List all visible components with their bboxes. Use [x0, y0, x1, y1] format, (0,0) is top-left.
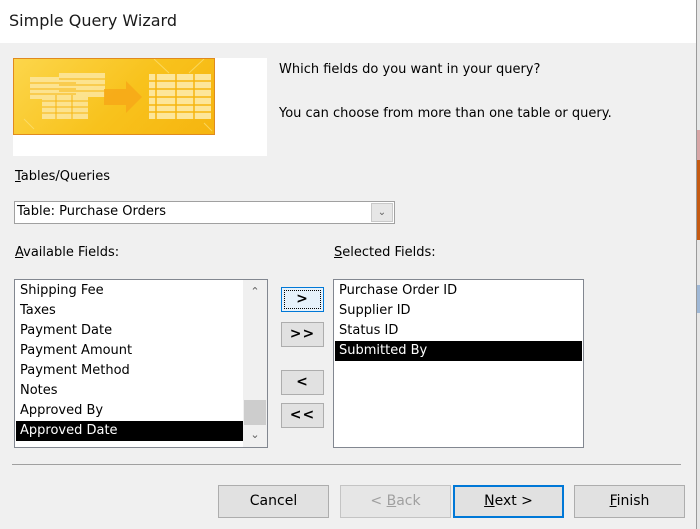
remove-all-fields-button[interactable]: << [281, 403, 324, 428]
add-field-button[interactable]: > [281, 287, 324, 312]
available-fields-scrollbar[interactable]: ⌃ ⌄ [243, 280, 267, 447]
list-item[interactable]: Approved Date [16, 421, 243, 441]
list-item[interactable]: Approved By [16, 401, 243, 421]
scroll-down-icon[interactable]: ⌄ [243, 425, 267, 445]
selected-fields-listbox[interactable]: Purchase Order ID Supplier ID Status ID Sub… [333, 279, 584, 448]
back-button[interactable]: < Back [340, 485, 451, 518]
chevron-down-icon[interactable]: ⌄ [371, 203, 393, 222]
tables-queries-combobox[interactable]: Table: Purchase Orders ⌄ [14, 201, 395, 224]
list-item[interactable]: Supplier ID [335, 301, 582, 321]
banner-panel [13, 58, 267, 156]
background-app-edge [696, 0, 700, 529]
list-item[interactable]: Shipping Fee [16, 281, 243, 301]
tables-to-query-illustration-icon [13, 58, 215, 135]
add-all-fields-button[interactable]: >> [281, 322, 324, 347]
list-item[interactable]: Taxes [16, 301, 243, 321]
selected-fields-label: Selected Fields: [334, 245, 436, 260]
list-item[interactable]: Purchase Order ID [335, 281, 582, 301]
available-fields-label: Available Fields: [15, 245, 120, 260]
tables-queries-value: Table: Purchase Orders [17, 204, 167, 219]
tables-queries-label: Tables/Queries [15, 169, 110, 184]
list-item[interactable]: Payment Amount [16, 341, 243, 361]
remove-field-button[interactable]: < [281, 370, 324, 395]
prompt-hint: You can choose from more than one table … [279, 106, 612, 121]
list-item[interactable]: Status ID [335, 321, 582, 341]
simple-query-wizard-dialog: Simple Query Wizard Which fields do you … [0, 0, 696, 529]
window-title: Simple Query Wizard [9, 11, 177, 30]
list-item[interactable]: Payment Method [16, 361, 243, 381]
available-fields-listbox[interactable]: Shipping Fee Taxes Payment Date Payment Amo… [14, 279, 268, 448]
footer-separator [12, 464, 681, 465]
cancel-button[interactable]: Cancel [218, 485, 329, 518]
title-bar: Simple Query Wizard [0, 0, 696, 43]
scrollbar-thumb[interactable] [244, 400, 266, 425]
prompt-question: Which fields do you want in your query? [279, 62, 541, 77]
list-item[interactable]: Submitted By [335, 341, 582, 361]
list-item[interactable]: Payment Date [16, 321, 243, 341]
finish-button[interactable]: Finish [574, 485, 685, 518]
next-button[interactable]: Next > [453, 485, 564, 518]
list-item[interactable]: Notes [16, 381, 243, 401]
scroll-up-icon[interactable]: ⌃ [243, 282, 267, 302]
